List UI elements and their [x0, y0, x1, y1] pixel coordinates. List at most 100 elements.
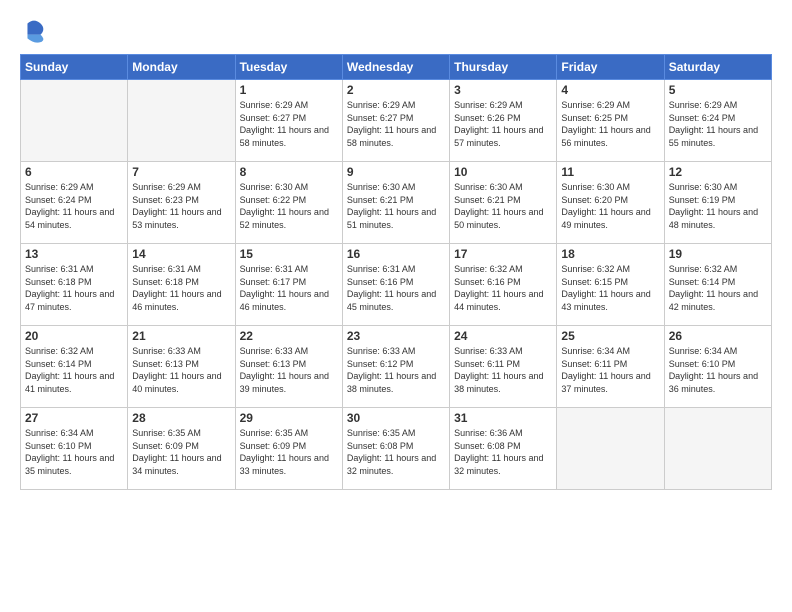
day-info: Sunrise: 6:29 AMSunset: 6:27 PMDaylight:… — [347, 99, 445, 149]
header — [20, 16, 772, 44]
day-info: Sunrise: 6:33 AMSunset: 6:13 PMDaylight:… — [240, 345, 338, 395]
calendar-week-row: 6 Sunrise: 6:29 AMSunset: 6:24 PMDaylight… — [21, 162, 772, 244]
day-number: 30 — [347, 411, 445, 425]
day-info: Sunrise: 6:30 AMSunset: 6:22 PMDaylight:… — [240, 181, 338, 231]
col-sunday: Sunday — [21, 55, 128, 80]
day-info: Sunrise: 6:29 AMSunset: 6:24 PMDaylight:… — [669, 99, 767, 149]
day-info: Sunrise: 6:31 AMSunset: 6:16 PMDaylight:… — [347, 263, 445, 313]
day-number: 3 — [454, 83, 552, 97]
day-number: 8 — [240, 165, 338, 179]
day-number: 29 — [240, 411, 338, 425]
table-row: 29 Sunrise: 6:35 AMSunset: 6:09 PMDayligh… — [235, 408, 342, 490]
day-info: Sunrise: 6:31 AMSunset: 6:17 PMDaylight:… — [240, 263, 338, 313]
table-row: 7Sunrise: 6:29 AMSunset: 6:23 PMDaylight… — [128, 162, 235, 244]
day-info: Sunrise: 6:29 AMSunset: 6:25 PMDaylight:… — [561, 99, 659, 149]
day-number: 13 — [25, 247, 123, 261]
day-number: 23 — [347, 329, 445, 343]
day-info: Sunrise: 6:34 AMSunset: 6:10 PMDaylight:… — [669, 345, 767, 395]
table-row: 8 Sunrise: 6:30 AMSunset: 6:22 PMDaylight… — [235, 162, 342, 244]
calendar-week-row: 20 Sunrise: 6:32 AMSunset: 6:14 PMDayligh… — [21, 326, 772, 408]
table-row: 9Sunrise: 6:30 AMSunset: 6:21 PMDaylight… — [342, 162, 449, 244]
col-friday: Friday — [557, 55, 664, 80]
day-info: Sunrise: 6:34 AMSunset: 6:11 PMDaylight:… — [561, 345, 659, 395]
day-number: 16 — [347, 247, 445, 261]
table-row: 23 Sunrise: 6:33 AMSunset: 6:12 PMDayligh… — [342, 326, 449, 408]
day-info: Sunrise: 6:35 AMSunset: 6:09 PMDaylight:… — [132, 427, 230, 477]
day-number: 4 — [561, 83, 659, 97]
day-number: 15 — [240, 247, 338, 261]
day-info: Sunrise: 6:32 AMSunset: 6:14 PMDaylight:… — [25, 345, 123, 395]
table-row: 24 Sunrise: 6:33 AMSunset: 6:11 PMDayligh… — [450, 326, 557, 408]
day-info: Sunrise: 6:29 AMSunset: 6:24 PMDaylight:… — [25, 181, 123, 231]
table-row: 20 Sunrise: 6:32 AMSunset: 6:14 PMDayligh… — [21, 326, 128, 408]
col-saturday: Saturday — [664, 55, 771, 80]
table-row: 2 Sunrise: 6:29 AMSunset: 6:27 PMDaylight… — [342, 80, 449, 162]
day-number: 24 — [454, 329, 552, 343]
table-row: 28 Sunrise: 6:35 AMSunset: 6:09 PMDayligh… — [128, 408, 235, 490]
calendar-table: Sunday Monday Tuesday Wednesday Thursday… — [20, 54, 772, 490]
day-info: Sunrise: 6:30 AMSunset: 6:19 PMDaylight:… — [669, 181, 767, 231]
day-number: 2 — [347, 83, 445, 97]
table-row: 25 Sunrise: 6:34 AMSunset: 6:11 PMDayligh… — [557, 326, 664, 408]
day-info: Sunrise: 6:30 AMSunset: 6:20 PMDaylight:… — [561, 181, 659, 231]
col-tuesday: Tuesday — [235, 55, 342, 80]
day-number: 27 — [25, 411, 123, 425]
table-row: 13 Sunrise: 6:31 AMSunset: 6:18 PMDayligh… — [21, 244, 128, 326]
page: Sunday Monday Tuesday Wednesday Thursday… — [0, 0, 792, 612]
day-info: Sunrise: 6:35 AMSunset: 6:09 PMDaylight:… — [240, 427, 338, 477]
day-info: Sunrise: 6:35 AMSunset: 6:08 PMDaylight:… — [347, 427, 445, 477]
calendar-week-row: 13 Sunrise: 6:31 AMSunset: 6:18 PMDayligh… — [21, 244, 772, 326]
table-row: 27 Sunrise: 6:34 AMSunset: 6:10 PMDayligh… — [21, 408, 128, 490]
calendar-week-row: 27 Sunrise: 6:34 AMSunset: 6:10 PMDayligh… — [21, 408, 772, 490]
day-info: Sunrise: 6:29 AMSunset: 6:26 PMDaylight:… — [454, 99, 552, 149]
table-row: 19Sunrise: 6:32 AMSunset: 6:14 PMDayligh… — [664, 244, 771, 326]
col-wednesday: Wednesday — [342, 55, 449, 80]
day-info: Sunrise: 6:34 AMSunset: 6:10 PMDaylight:… — [25, 427, 123, 477]
day-info: Sunrise: 6:36 AMSunset: 6:08 PMDaylight:… — [454, 427, 552, 477]
logo-icon — [20, 16, 48, 44]
day-number: 25 — [561, 329, 659, 343]
table-row: 6 Sunrise: 6:29 AMSunset: 6:24 PMDaylight… — [21, 162, 128, 244]
table-row: 3 Sunrise: 6:29 AMSunset: 6:26 PMDaylight… — [450, 80, 557, 162]
day-info: Sunrise: 6:29 AMSunset: 6:23 PMDaylight:… — [132, 181, 230, 231]
day-number: 20 — [25, 329, 123, 343]
table-row: 18Sunrise: 6:32 AMSunset: 6:15 PMDayligh… — [557, 244, 664, 326]
table-row: 11 Sunrise: 6:30 AMSunset: 6:20 PMDayligh… — [557, 162, 664, 244]
table-row — [557, 408, 664, 490]
day-number: 28 — [132, 411, 230, 425]
logo — [20, 16, 52, 44]
day-number: 22 — [240, 329, 338, 343]
day-number: 18 — [561, 247, 659, 261]
logo-wrapper — [20, 16, 52, 44]
table-row: 12 Sunrise: 6:30 AMSunset: 6:19 PMDayligh… — [664, 162, 771, 244]
day-number: 10 — [454, 165, 552, 179]
day-number: 12 — [669, 165, 767, 179]
table-row: 14 Sunrise: 6:31 AMSunset: 6:18 PMDayligh… — [128, 244, 235, 326]
day-number: 5 — [669, 83, 767, 97]
calendar-week-row: 1 Sunrise: 6:29 AMSunset: 6:27 PMDaylight… — [21, 80, 772, 162]
table-row: 16 Sunrise: 6:31 AMSunset: 6:16 PMDayligh… — [342, 244, 449, 326]
day-info: Sunrise: 6:31 AMSunset: 6:18 PMDaylight:… — [25, 263, 123, 313]
col-thursday: Thursday — [450, 55, 557, 80]
day-info: Sunrise: 6:30 AMSunset: 6:21 PMDaylight:… — [454, 181, 552, 231]
day-info: Sunrise: 6:32 AMSunset: 6:16 PMDaylight:… — [454, 263, 552, 313]
day-number: 1 — [240, 83, 338, 97]
day-number: 9 — [347, 165, 445, 179]
day-number: 6 — [25, 165, 123, 179]
day-info: Sunrise: 6:33 AMSunset: 6:11 PMDaylight:… — [454, 345, 552, 395]
table-row: 1Sunrise: 6:29 AMSunset: 6:27 PMDaylight… — [235, 80, 342, 162]
col-monday: Monday — [128, 55, 235, 80]
table-row: 26Sunrise: 6:34 AMSunset: 6:10 PMDayligh… — [664, 326, 771, 408]
table-row — [21, 80, 128, 162]
day-info: Sunrise: 6:33 AMSunset: 6:12 PMDaylight:… — [347, 345, 445, 395]
calendar-header-row: Sunday Monday Tuesday Wednesday Thursday… — [21, 55, 772, 80]
day-number: 14 — [132, 247, 230, 261]
table-row: 4 Sunrise: 6:29 AMSunset: 6:25 PMDaylight… — [557, 80, 664, 162]
day-info: Sunrise: 6:31 AMSunset: 6:18 PMDaylight:… — [132, 263, 230, 313]
table-row: 10 Sunrise: 6:30 AMSunset: 6:21 PMDayligh… — [450, 162, 557, 244]
day-info: Sunrise: 6:33 AMSunset: 6:13 PMDaylight:… — [132, 345, 230, 395]
day-number: 11 — [561, 165, 659, 179]
day-number: 31 — [454, 411, 552, 425]
table-row: 5 Sunrise: 6:29 AMSunset: 6:24 PMDaylight… — [664, 80, 771, 162]
table-row: 30 Sunrise: 6:35 AMSunset: 6:08 PMDayligh… — [342, 408, 449, 490]
